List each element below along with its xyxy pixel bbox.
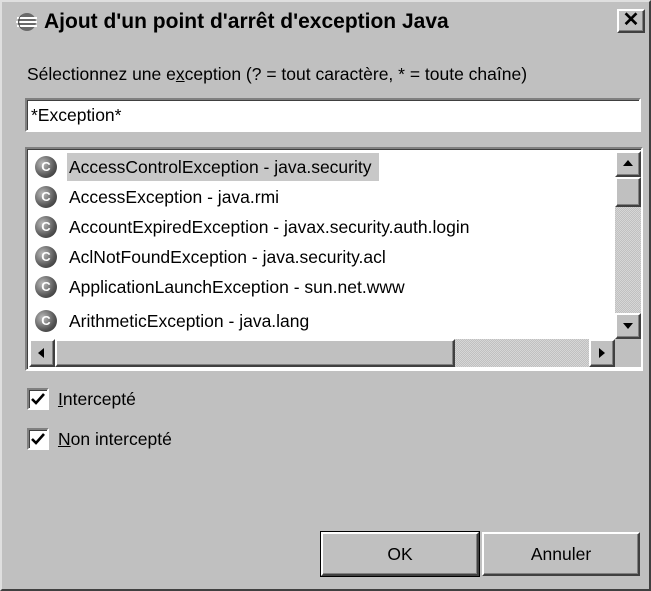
- horizontal-scroll-thumb[interactable]: [55, 339, 455, 367]
- arrow-up-icon: [623, 160, 633, 166]
- uncaught-mnemonic: N: [58, 429, 71, 449]
- eclipse-app-icon: [14, 11, 38, 33]
- caught-checkbox[interactable]: [27, 388, 49, 410]
- close-icon: ✕: [622, 9, 640, 31]
- caught-label[interactable]: Intercepté: [58, 388, 136, 410]
- prompt-mnemonic: x: [175, 64, 185, 84]
- cancel-button[interactable]: Annuler: [482, 532, 640, 576]
- list-item-label: ApplicationLaunchException - sun.net.www: [69, 277, 405, 297]
- class-icon: C: [35, 216, 57, 238]
- exception-prompt-label: Sélectionnez une exception (? = tout car…: [27, 64, 527, 85]
- caught-label-rest: ntercepté: [62, 389, 136, 409]
- uncaught-label-rest: on intercepté: [70, 429, 172, 449]
- arrow-right-icon: [599, 348, 605, 358]
- scroll-left-button[interactable]: [29, 339, 55, 367]
- class-icon: C: [35, 156, 57, 178]
- exception-list-items: C AccessControlException - java.security…: [29, 151, 615, 339]
- close-button[interactable]: ✕: [617, 9, 645, 33]
- exception-filter-input[interactable]: [25, 98, 641, 132]
- arrow-left-icon: [38, 348, 44, 358]
- scrollbar-corner: [615, 339, 641, 367]
- list-item-label: AclNotFoundException - java.security.acl: [69, 247, 386, 267]
- vertical-scroll-thumb[interactable]: [615, 177, 641, 207]
- checkmark-icon: [31, 433, 45, 445]
- uncaught-checkbox[interactable]: [27, 428, 49, 450]
- class-icon: C: [35, 276, 57, 298]
- list-item-label: AccountExpiredException - javax.security…: [69, 217, 470, 237]
- dialog-title: Ajout d'un point d'arrêt d'exception Jav…: [44, 10, 449, 33]
- add-java-exception-breakpoint-dialog: Ajout d'un point d'arrêt d'exception Jav…: [0, 0, 651, 591]
- uncaught-label[interactable]: Non intercepté: [58, 428, 172, 450]
- ok-button[interactable]: OK: [320, 531, 480, 577]
- vertical-scrollbar[interactable]: [615, 151, 641, 339]
- exception-list[interactable]: C AccessControlException - java.security…: [25, 147, 643, 371]
- prompt-text-end: ception (? = tout caractère, * = toute c…: [184, 64, 528, 84]
- checkmark-icon: [31, 393, 45, 405]
- list-item-label: AccessException - java.rmi: [69, 187, 280, 207]
- class-icon: C: [35, 186, 57, 208]
- scroll-up-button[interactable]: [615, 151, 641, 177]
- class-icon: C: [35, 246, 57, 268]
- list-item-label: AccessControlException - java.security: [67, 153, 380, 181]
- arrow-down-icon: [623, 323, 633, 329]
- list-item-label: ArithmeticException - java.lang: [69, 311, 310, 331]
- prompt-text-start: Sélectionnez une e: [27, 64, 176, 84]
- horizontal-scrollbar[interactable]: [29, 339, 615, 367]
- title-bar[interactable]: Ajout d'un point d'arrêt d'exception Jav…: [4, 4, 649, 40]
- class-icon: C: [35, 310, 57, 332]
- scroll-down-button[interactable]: [615, 313, 641, 339]
- scroll-right-button[interactable]: [589, 339, 615, 367]
